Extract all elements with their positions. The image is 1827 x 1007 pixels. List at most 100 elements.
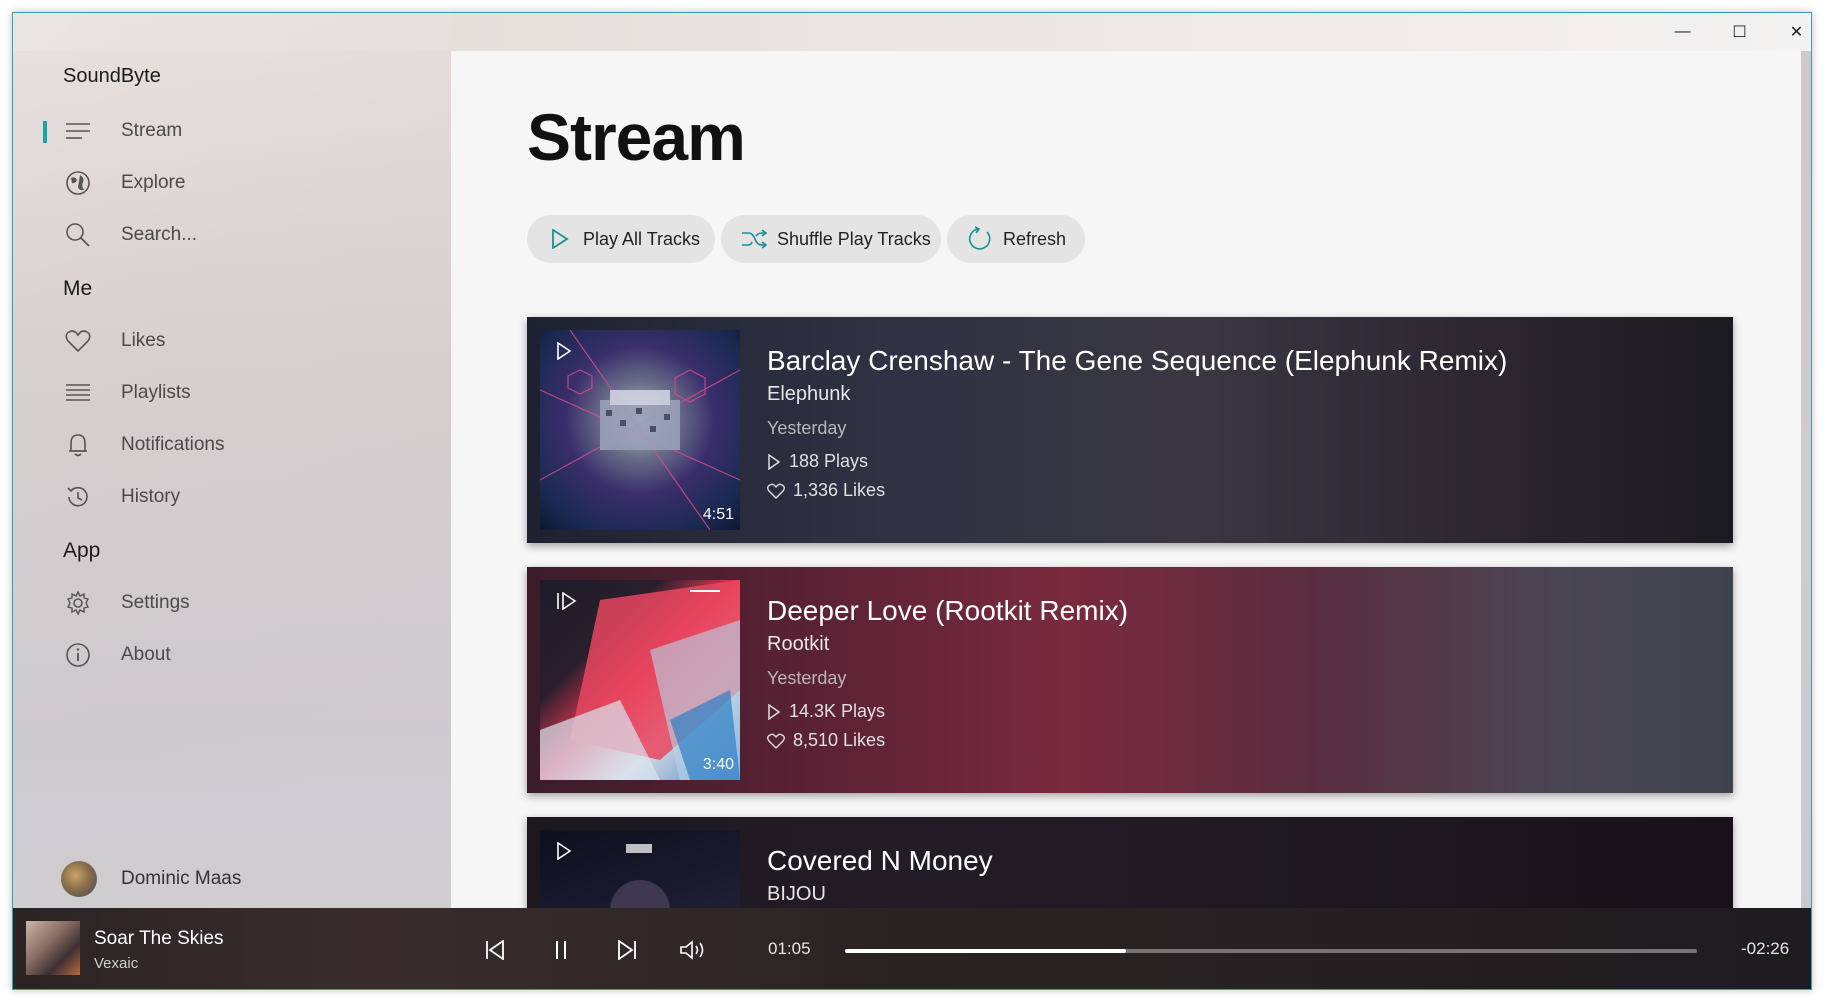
skip-previous-icon: [486, 940, 504, 960]
sidebar-item-history[interactable]: History: [13, 471, 443, 523]
sidebar-item-label: Search...: [121, 224, 198, 245]
user-account[interactable]: Dominic Maas: [61, 861, 241, 897]
track-info: Barclay Crenshaw - The Gene Sequence (El…: [767, 345, 1507, 501]
button-label: Play All Tracks: [583, 228, 701, 249]
refresh-button[interactable]: Refresh: [947, 215, 1085, 263]
like-count: 8,510 Likes: [767, 730, 1128, 751]
sidebar-item-label: History: [121, 486, 181, 507]
sidebar-item-notifications[interactable]: Notifications: [13, 419, 443, 471]
maximize-button[interactable]: ☐: [1711, 13, 1768, 51]
track-duration: 3:40: [702, 756, 734, 773]
album-art[interactable]: 4:51: [540, 330, 740, 530]
remaining-time: -02:26: [1741, 939, 1790, 958]
previous-button[interactable]: [475, 930, 515, 970]
app-name: SoundByte: [63, 65, 161, 87]
stream-lines-icon: [63, 116, 93, 146]
sidebar-item-search[interactable]: Search...: [13, 209, 443, 261]
sidebar-item-label: Playlists: [121, 382, 191, 403]
track-duration: 4:51: [702, 506, 734, 523]
avatar: [61, 861, 97, 897]
next-button[interactable]: [607, 930, 647, 970]
refresh-icon: [967, 226, 993, 252]
volume-button[interactable]: [673, 930, 713, 970]
track-date: Yesterday: [767, 418, 847, 438]
track-card[interactable]: Covered N Money BIJOU: [527, 817, 1733, 908]
list-icon: [63, 378, 93, 408]
play-icon[interactable]: [556, 591, 578, 615]
album-art[interactable]: 3:40: [540, 580, 740, 780]
volume-icon: [680, 940, 704, 960]
play-count: 14.3K Plays: [767, 701, 1128, 722]
shuffle-play-button[interactable]: Shuffle Play Tracks: [721, 215, 941, 263]
sidebar-item-label: Settings: [121, 592, 190, 613]
track-title[interactable]: Barclay Crenshaw - The Gene Sequence (El…: [767, 345, 1507, 377]
now-playing-artist[interactable]: Vexaic: [94, 955, 138, 972]
history-icon: [63, 482, 93, 512]
section-header-app: App: [63, 539, 101, 562]
sidebar-item-explore[interactable]: Explore: [13, 157, 443, 209]
gear-icon: [63, 588, 93, 618]
sidebar-item-label: Notifications: [121, 434, 225, 455]
like-count-text: 1,336 Likes: [793, 480, 886, 500]
heart-icon: [767, 733, 785, 749]
sidebar: SoundByte Stream Explore Search... Me Li…: [13, 13, 451, 908]
button-label: Shuffle Play Tracks: [777, 228, 931, 249]
track-title[interactable]: Covered N Money: [767, 845, 993, 877]
play-all-button[interactable]: Play All Tracks: [527, 215, 715, 263]
search-icon: [63, 220, 93, 250]
sidebar-item-playlists[interactable]: Playlists: [13, 367, 443, 419]
maximize-icon: ☐: [1732, 24, 1747, 41]
like-count: 1,336 Likes: [767, 480, 1507, 501]
heart-icon: [63, 326, 93, 356]
bell-icon: [63, 430, 93, 460]
now-playing-art[interactable]: [26, 921, 80, 975]
play-icon[interactable]: [556, 841, 572, 865]
sidebar-item-label: Stream: [121, 120, 183, 141]
play-count-text: 188 Plays: [789, 451, 869, 471]
close-icon: ✕: [1789, 24, 1804, 41]
track-card[interactable]: 3:40 Deeper Love (Rootkit Remix) Rootkit…: [527, 567, 1733, 793]
minimize-button[interactable]: —: [1654, 13, 1711, 51]
heart-icon: [767, 483, 785, 499]
minimize-icon: —: [1674, 23, 1691, 40]
track-date: Yesterday: [767, 668, 847, 688]
play-icon[interactable]: [556, 341, 572, 365]
play-icon: [768, 703, 781, 720]
seek-bar[interactable]: [845, 949, 1697, 953]
like-count-text: 8,510 Likes: [793, 730, 886, 750]
button-label: Refresh: [1003, 228, 1067, 249]
play-icon: [768, 453, 781, 470]
play-count: 188 Plays: [767, 451, 1507, 472]
pause-button[interactable]: [541, 930, 581, 970]
close-button[interactable]: ✕: [1768, 13, 1811, 51]
main-content: Stream Play All Tracks Shuffle Play Trac…: [451, 51, 1801, 908]
globe-icon: [63, 168, 93, 198]
track-artist[interactable]: Rootkit: [767, 633, 1128, 656]
sidebar-item-stream[interactable]: Stream: [13, 105, 443, 157]
track-info: Deeper Love (Rootkit Remix) Rootkit Yest…: [767, 595, 1128, 751]
app-window: SoundByte Stream Explore Search... Me Li…: [12, 12, 1812, 990]
album-art[interactable]: [540, 830, 740, 908]
sidebar-item-label: Likes: [121, 330, 166, 351]
sidebar-item-likes[interactable]: Likes: [13, 315, 443, 367]
sidebar-item-label: About: [121, 644, 171, 665]
info-icon: [63, 640, 93, 670]
page-title: Stream: [527, 100, 746, 174]
skip-next-icon: [618, 940, 636, 960]
elapsed-time: 01:05: [768, 939, 811, 958]
track-card[interactable]: 4:51 Barclay Crenshaw - The Gene Sequenc…: [527, 317, 1733, 543]
track-artist[interactable]: Elephunk: [767, 383, 1507, 406]
section-header-me: Me: [63, 277, 93, 300]
track-info: Covered N Money BIJOU: [767, 845, 993, 906]
sidebar-item-about[interactable]: About: [13, 629, 443, 681]
sidebar-item-settings[interactable]: Settings: [13, 577, 443, 629]
track-artist[interactable]: BIJOU: [767, 883, 993, 906]
pause-icon: [556, 941, 566, 959]
track-title[interactable]: Deeper Love (Rootkit Remix): [767, 595, 1128, 627]
play-icon: [547, 226, 573, 252]
now-playing-bar: Soar The Skies Vexaic 01:05 -02:26: [13, 908, 1811, 989]
active-indicator: [43, 121, 47, 143]
seek-bar-progress: [845, 949, 1127, 953]
now-playing-title[interactable]: Soar The Skies: [94, 928, 224, 950]
sidebar-item-label: Explore: [121, 172, 186, 193]
